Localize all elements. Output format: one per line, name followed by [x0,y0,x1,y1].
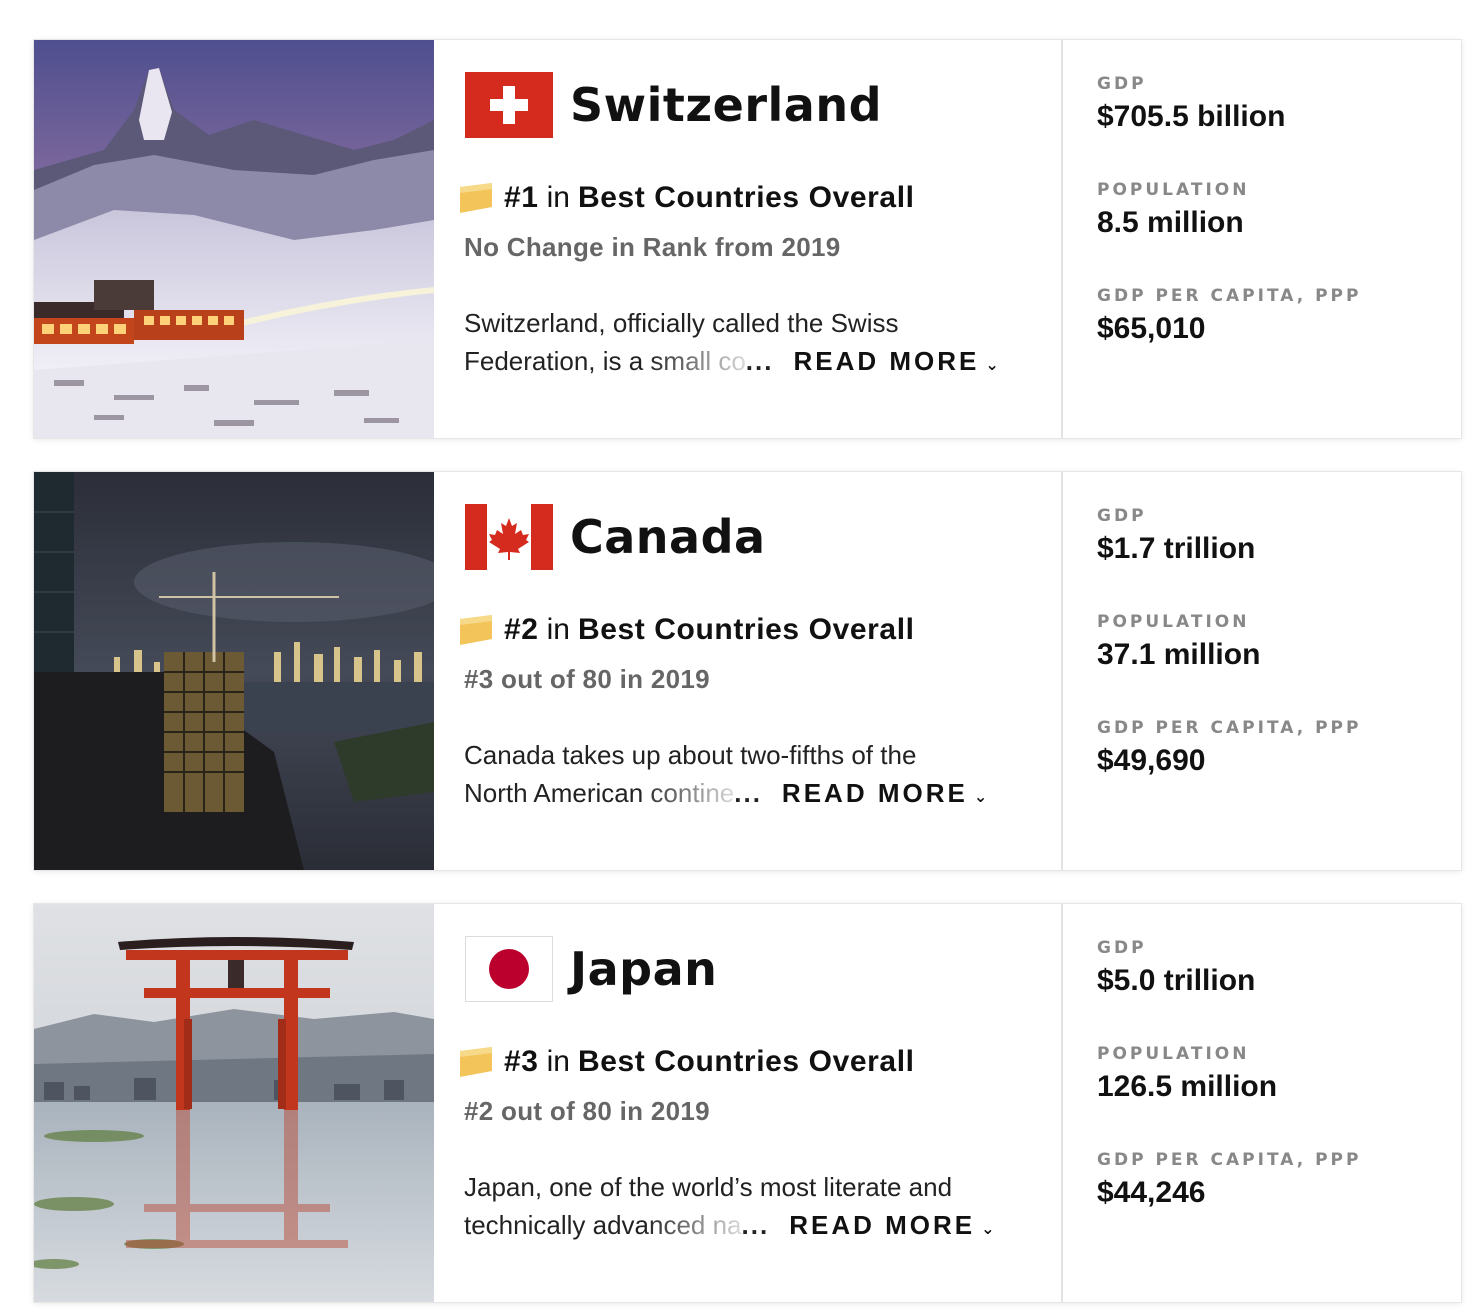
population-label: POPULATION [1097,180,1250,200]
description-line-2: Federation, is a small co [464,342,746,380]
read-more-button[interactable]: READ MORE ⌄ [789,1206,994,1249]
ellipsis: ... [734,778,762,808]
country-photo-japan [34,904,434,1302]
read-more-label: READ MORE [781,778,968,808]
ellipsis: ... [745,346,774,376]
country-card-canada[interactable]: Canada #2 in Best Countries Overall #3 o… [34,472,1461,870]
gdp-value: $1.7 trillion [1097,532,1256,565]
ribbon-icon [458,183,494,213]
canada-flag-icon [465,504,553,570]
read-more-label: READ MORE [789,1210,976,1240]
chevron-down-icon: ⌄ [973,789,988,806]
rank-category-link[interactable]: Best Countries Overall [578,178,915,218]
description-line-1: Japan, one of the world’s most literate … [464,1172,953,1202]
rank-category-link[interactable]: Best Countries Overall [578,1042,915,1082]
gdp-ppp-label: GDP PER CAPITA, PPP [1097,286,1362,306]
japan-flag-icon [465,936,553,1002]
description: Canada takes up about two-fifths of the … [464,736,1024,817]
rank-line: #3 in Best Countries Overall [458,1042,915,1082]
country-main-japan: Japan #3 in Best Countries Overall #2 ou… [434,904,1061,1302]
gdp-label: GDP [1097,506,1147,526]
rank-change: #3 out of 80 in 2019 [464,664,710,694]
population-label: POPULATION [1097,612,1250,632]
gdp-value: $705.5 billion [1097,100,1286,133]
rank-in: in [546,1045,570,1078]
chevron-down-icon: ⌄ [981,1221,995,1238]
country-name[interactable]: Switzerland [570,74,882,136]
description-line-1: Switzerland, officially called the Swiss [464,308,899,338]
rank-number: #3 [504,1045,539,1078]
country-photo-switzerland [34,40,434,438]
swiss-flag-icon [465,72,553,138]
description-line-2: technically advanced na [464,1206,742,1244]
country-name[interactable]: Canada [570,506,766,568]
gdp-ppp-label: GDP PER CAPITA, PPP [1097,718,1362,738]
population-value: 37.1 million [1097,638,1261,671]
rank-line: #1 in Best Countries Overall [458,178,915,218]
description: Japan, one of the world’s most literate … [464,1168,1024,1249]
country-name[interactable]: Japan [570,938,717,1000]
description-line-2: North American contine [464,774,734,812]
rank-line: #2 in Best Countries Overall [458,610,915,650]
rank-number: #1 [504,181,539,214]
rank-change: #2 out of 80 in 2019 [464,1096,710,1126]
rank-category-link[interactable]: Best Countries Overall [578,610,915,650]
country-main-switzerland: Switzerland #1 in Best Countries Overall… [434,40,1061,438]
rank-in: in [546,181,570,214]
country-photo-canada [34,472,434,870]
gdp-value: $5.0 trillion [1097,964,1256,997]
country-card-japan[interactable]: Japan #3 in Best Countries Overall #2 ou… [34,904,1461,1302]
gdp-label: GDP [1097,938,1147,958]
rank-change: No Change in Rank from 2019 [464,232,841,262]
population-value: 126.5 million [1097,1070,1278,1103]
gdp-ppp-value: $65,010 [1097,312,1206,345]
gdp-ppp-value: $44,246 [1097,1176,1206,1209]
read-more-button[interactable]: READ MORE ⌄ [782,774,987,817]
country-stats-switzerland: GDP $705.5 billion POPULATION 8.5 millio… [1063,40,1461,438]
ribbon-icon [458,1047,494,1077]
gdp-ppp-label: GDP PER CAPITA, PPP [1097,1150,1362,1170]
country-card-switzerland[interactable]: Switzerland #1 in Best Countries Overall… [34,40,1461,438]
read-more-button[interactable]: READ MORE ⌄ [793,342,998,385]
rank-in: in [546,613,570,646]
description: Switzerland, officially called the Swiss… [464,304,1024,385]
chevron-down-icon: ⌄ [985,357,999,374]
country-stats-japan: GDP $5.0 trillion POPULATION 126.5 milli… [1063,904,1461,1302]
read-more-label: READ MORE [793,346,980,376]
description-line-1: Canada takes up about two-fifths of the [464,740,917,770]
population-label: POPULATION [1097,1044,1250,1064]
country-stats-canada: GDP $1.7 trillion POPULATION 37.1 millio… [1063,472,1461,870]
country-main-canada: Canada #2 in Best Countries Overall #3 o… [434,472,1061,870]
rank-number: #2 [504,613,539,646]
gdp-ppp-value: $49,690 [1097,744,1206,777]
ellipsis: ... [741,1210,770,1240]
gdp-label: GDP [1097,74,1147,94]
population-value: 8.5 million [1097,206,1244,239]
ribbon-icon [458,615,494,645]
